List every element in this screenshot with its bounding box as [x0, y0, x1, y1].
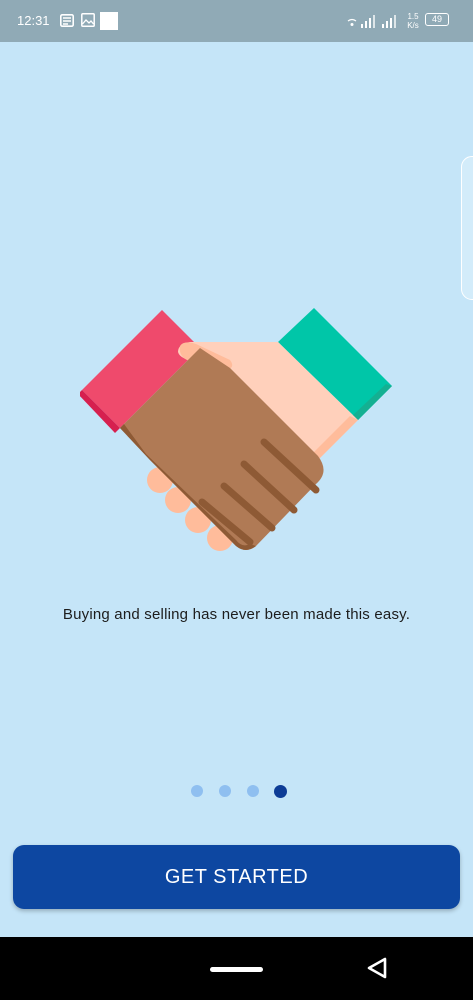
page-dot[interactable]	[219, 785, 231, 797]
get-started-button[interactable]: GET STARTED	[13, 845, 460, 909]
battery-level: 49	[431, 14, 442, 24]
signal-icon	[382, 15, 396, 28]
onboarding-screen: 12:31 1.5 K/s 49 Buying and selling has …	[0, 0, 473, 1000]
page-dot[interactable]	[191, 785, 203, 797]
edge-panel-handle[interactable]	[461, 156, 473, 300]
image-icon	[81, 13, 95, 27]
page-dot[interactable]	[247, 785, 259, 797]
system-nav-bar	[0, 937, 473, 1000]
handshake-illustration	[80, 308, 392, 551]
signal-icon	[361, 15, 375, 28]
net-speed: 1.5 K/s	[406, 12, 420, 30]
net-speed-unit: K/s	[407, 21, 419, 30]
status-right-icons: 1.5 K/s 49	[347, 10, 457, 32]
notification-icon	[60, 14, 74, 27]
home-pill-icon[interactable]	[210, 967, 263, 972]
status-bar: 12:31 1.5 K/s 49	[0, 0, 473, 42]
wifi-icon	[347, 18, 357, 26]
status-time: 12:31	[17, 13, 50, 28]
back-icon[interactable]	[365, 956, 389, 980]
battery-icon: 49	[425, 13, 449, 26]
net-speed-value: 1.5	[407, 12, 419, 21]
onboarding-tagline: Buying and selling has never been made t…	[62, 606, 411, 623]
blank-app-icon	[100, 12, 118, 30]
page-dot-active[interactable]	[274, 785, 287, 798]
